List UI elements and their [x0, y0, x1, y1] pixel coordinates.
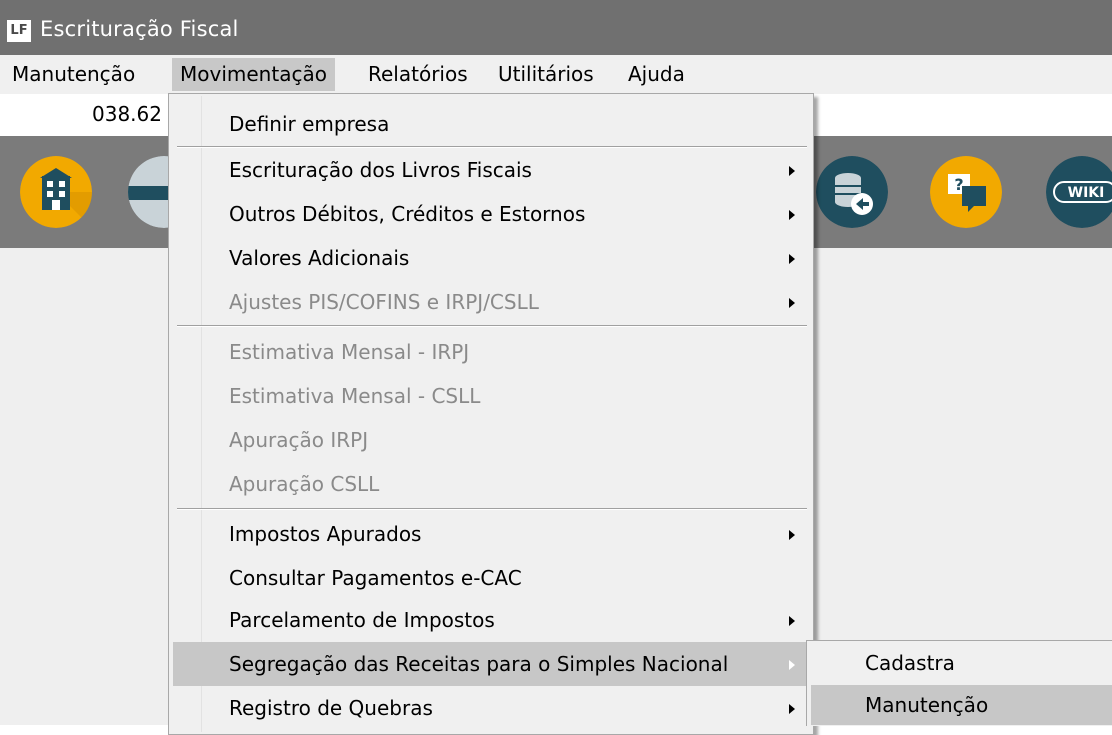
- menu-bar: Manutenção Movimentação Relatórios Utili…: [0, 55, 1112, 94]
- company-building-icon: [20, 156, 92, 228]
- app-icon: LF: [7, 20, 31, 42]
- menu-separator: [177, 508, 807, 510]
- menu-item-label: Estimativa Mensal - CSLL: [229, 384, 481, 408]
- movimentacao-dropdown-menu: Definir empresa Escrituração dos Livros …: [168, 93, 814, 735]
- menu-item-label: Apuração CSLL: [229, 472, 380, 496]
- menu-item-label: Estimativa Mensal - IRPJ: [229, 340, 470, 364]
- menu-item-apuracao-csll[interactable]: Apuração CSLL: [169, 462, 813, 506]
- menu-item-label: Definir empresa: [229, 112, 390, 136]
- svg-text:WIKI: WIKI: [1068, 185, 1105, 201]
- menu-utilitarios[interactable]: Utilitários: [490, 58, 602, 91]
- menu-movimentacao[interactable]: Movimentação: [172, 58, 335, 91]
- menu-item-ajustes-pis-cofins[interactable]: Ajustes PIS/COFINS e IRPJ/CSLL: [169, 280, 813, 324]
- submenu-item-label: Manutenção: [865, 693, 989, 717]
- menu-item-estimativa-csll[interactable]: Estimativa Mensal - CSLL: [169, 374, 813, 418]
- database-return-icon: [816, 156, 888, 228]
- submenu-arrow-icon: [789, 210, 795, 220]
- database-return-button[interactable]: [816, 156, 888, 228]
- help-chat-icon: ?: [930, 156, 1002, 228]
- menu-item-outros-debitos[interactable]: Outros Débitos, Créditos e Estornos: [169, 192, 813, 236]
- menu-item-escrituracao-livros[interactable]: Escrituração dos Livros Fiscais: [169, 148, 813, 192]
- menu-item-registro-quebras[interactable]: Registro de Quebras: [169, 686, 813, 730]
- segregacao-submenu: Cadastra Manutenção: [806, 640, 1112, 726]
- menu-relatorios[interactable]: Relatórios: [360, 58, 476, 91]
- menu-item-definir-empresa[interactable]: Definir empresa: [169, 102, 813, 146]
- menu-manutencao[interactable]: Manutenção: [4, 58, 143, 91]
- submenu-arrow-icon: [789, 616, 795, 626]
- menu-item-label: Escrituração dos Livros Fiscais: [229, 158, 532, 182]
- submenu-arrow-icon: [789, 298, 795, 308]
- submenu-item-cadastra[interactable]: Cadastra: [807, 643, 1112, 683]
- wiki-icon: WIKI: [1046, 156, 1112, 228]
- wiki-button[interactable]: WIKI: [1046, 156, 1112, 228]
- submenu-arrow-icon: [789, 254, 795, 264]
- menu-ajuda[interactable]: Ajuda: [620, 58, 693, 91]
- menu-item-label: Outros Débitos, Créditos e Estornos: [229, 202, 586, 226]
- company-id-value: 038.62: [92, 102, 162, 126]
- menu-item-segregacao-receitas[interactable]: Segregação das Receitas para o Simples N…: [173, 642, 809, 686]
- menu-item-valores-adicionais[interactable]: Valores Adicionais: [169, 236, 813, 280]
- submenu-item-manutencao[interactable]: Manutenção: [811, 685, 1112, 725]
- menu-item-label: Apuração IRPJ: [229, 428, 369, 452]
- submenu-item-label: Cadastra: [865, 651, 955, 675]
- window-title: Escrituração Fiscal: [40, 17, 239, 41]
- menu-item-parcelamento[interactable]: Parcelamento de Impostos: [169, 598, 813, 642]
- menu-item-consultar-pagamentos[interactable]: Consultar Pagamentos e-CAC: [169, 556, 813, 600]
- submenu-arrow-icon: [789, 704, 795, 714]
- company-building-button[interactable]: [20, 156, 92, 228]
- menu-item-apuracao-irpj[interactable]: Apuração IRPJ: [169, 418, 813, 462]
- menu-item-label: Impostos Apurados: [229, 522, 422, 546]
- submenu-arrow-icon: [789, 660, 795, 670]
- help-chat-button[interactable]: ?: [930, 156, 1002, 228]
- submenu-arrow-icon: [789, 530, 795, 540]
- menu-separator: [177, 325, 807, 327]
- menu-item-label: Parcelamento de Impostos: [229, 608, 495, 632]
- menu-item-estimativa-irpj[interactable]: Estimativa Mensal - IRPJ: [169, 330, 813, 374]
- menu-item-label: Registro de Quebras: [229, 696, 433, 720]
- menu-item-label: Valores Adicionais: [229, 246, 410, 270]
- menu-item-label: Segregação das Receitas para o Simples N…: [229, 652, 729, 676]
- menu-item-label: Consultar Pagamentos e-CAC: [229, 566, 522, 590]
- title-bar: LF Escrituração Fiscal: [0, 0, 1112, 55]
- submenu-arrow-icon: [789, 166, 795, 176]
- menu-item-label: Ajustes PIS/COFINS e IRPJ/CSLL: [229, 290, 539, 314]
- menu-item-impostos-apurados[interactable]: Impostos Apurados: [169, 512, 813, 556]
